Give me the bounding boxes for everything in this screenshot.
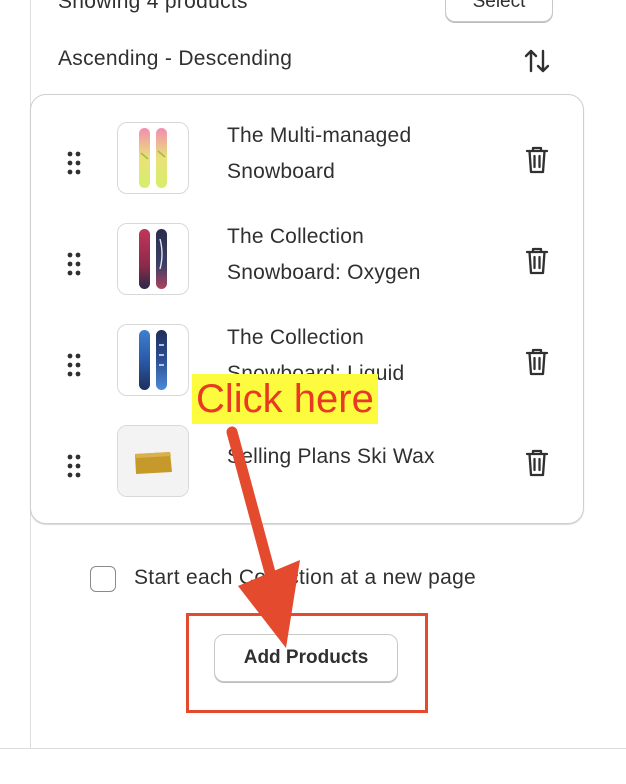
product-thumbnail bbox=[117, 223, 189, 295]
list-item: Selling Plans Ski Wax bbox=[31, 425, 583, 525]
select-button[interactable]: Select bbox=[445, 0, 553, 22]
product-thumbnail bbox=[117, 425, 189, 497]
delete-icon[interactable] bbox=[523, 245, 551, 277]
sort-order-label: Ascending - Descending bbox=[58, 47, 293, 70]
snowboard-image bbox=[139, 128, 167, 188]
drag-handle-icon[interactable] bbox=[65, 249, 83, 279]
delete-icon[interactable] bbox=[523, 346, 551, 378]
product-count-text: Showing 4 products bbox=[58, 0, 248, 13]
product-title: The Multi-managed Snowboard bbox=[227, 124, 412, 183]
divider bbox=[0, 748, 626, 749]
snowboard-image bbox=[139, 330, 167, 390]
product-thumbnail bbox=[117, 122, 189, 194]
snowboard-image bbox=[139, 229, 167, 289]
list-item: The Multi-managed Snowboard bbox=[31, 122, 583, 222]
drag-handle-icon[interactable] bbox=[65, 451, 83, 481]
delete-icon[interactable] bbox=[523, 447, 551, 479]
sort-arrows-icon[interactable] bbox=[522, 46, 552, 76]
new-page-checkbox[interactable] bbox=[90, 566, 116, 592]
drag-handle-icon[interactable] bbox=[65, 148, 83, 178]
ski-wax-image bbox=[118, 426, 188, 496]
drag-handle-icon[interactable] bbox=[65, 350, 83, 380]
product-list: The Multi-managed Snowboard The Collecti… bbox=[30, 94, 584, 524]
highlight-box bbox=[186, 613, 428, 713]
delete-icon[interactable] bbox=[523, 144, 551, 176]
product-title: Selling Plans Ski Wax bbox=[227, 445, 435, 468]
click-here-callout: Click here bbox=[192, 374, 378, 424]
list-item: The Collection Snowboard: Oxygen bbox=[31, 223, 583, 323]
product-title: The Collection Snowboard: Oxygen bbox=[227, 225, 421, 284]
product-thumbnail bbox=[117, 324, 189, 396]
new-page-checkbox-label: Start each Collection at a new page bbox=[134, 566, 477, 589]
